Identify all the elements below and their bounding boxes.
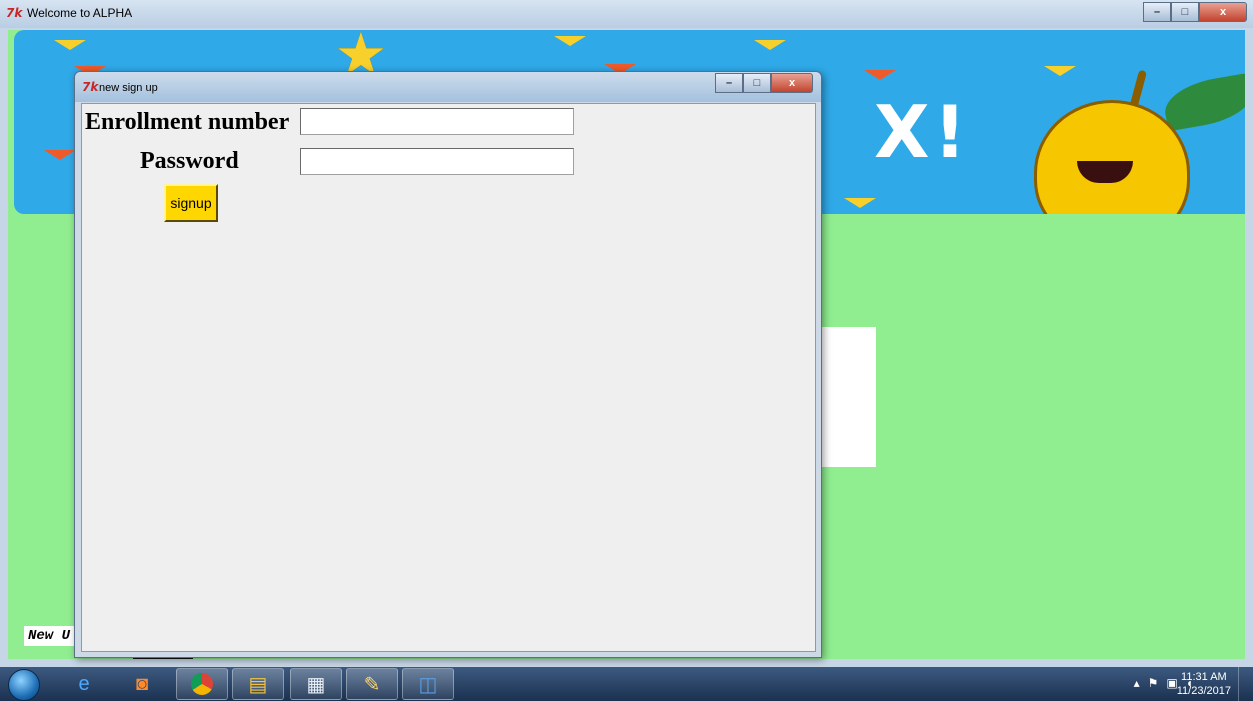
confetti-shape <box>844 198 876 208</box>
new-user-label[interactable]: New U <box>24 626 75 646</box>
confetti-shape <box>554 36 586 46</box>
media-player-icon[interactable]: ◙ <box>116 668 168 700</box>
main-window-title: Welcome to ALPHA <box>27 6 133 20</box>
confetti-shape <box>44 150 76 160</box>
banner-lettering: X! <box>874 90 971 174</box>
main-window-controls: – □ x <box>1143 2 1247 22</box>
tk-app-icon: 7k <box>82 80 99 94</box>
confetti-shape <box>54 40 86 50</box>
dialog-title: new sign up <box>99 82 158 94</box>
maximize-button[interactable]: □ <box>1171 2 1199 22</box>
taskbar-clock[interactable]: 11:31 AM 11/23/2017 <box>1177 670 1231 698</box>
internet-explorer-icon[interactable]: e <box>58 668 110 700</box>
clock-time: 11:31 AM <box>1181 671 1227 683</box>
file-explorer-icon[interactable]: ▤ <box>232 668 284 700</box>
enrollment-number-input[interactable] <box>300 108 574 135</box>
windows-start-button[interactable] <box>8 669 40 701</box>
confetti-shape <box>1044 66 1076 76</box>
photo-card <box>818 327 876 467</box>
dialog-client-area: Enrollment number Password signup <box>81 103 816 652</box>
close-button[interactable]: x <box>1199 2 1247 22</box>
show-hidden-icon[interactable]: ▴ <box>1134 676 1140 690</box>
apple-mouth <box>1077 161 1133 183</box>
dialog-window-controls: – □ x <box>715 73 813 93</box>
main-titlebar[interactable]: 7k Welcome to ALPHA – □ x <box>0 0 1253 28</box>
close-button[interactable]: x <box>771 73 813 93</box>
confetti-shape <box>754 40 786 50</box>
show-desktop-button[interactable] <box>1238 667 1253 701</box>
chrome-icon[interactable] <box>176 668 228 700</box>
chrome-logo <box>191 673 213 695</box>
action-center-flag-icon[interactable]: ⚑ <box>1148 676 1159 690</box>
minimize-button[interactable]: – <box>715 73 743 93</box>
enrollment-number-label: Enrollment number <box>85 109 290 135</box>
signup-button[interactable]: signup <box>164 184 218 222</box>
confetti-shape <box>864 70 896 80</box>
dialog-titlebar[interactable]: 7k new sign up – □ x <box>75 72 821 102</box>
signup-dialog: 7k new sign up – □ x Enrollment number P… <box>74 71 822 658</box>
minimize-button[interactable]: – <box>1143 2 1171 22</box>
maximize-button[interactable]: □ <box>743 73 771 93</box>
tk-app-icon: 7k <box>6 6 23 20</box>
taskbar: e ◙ ▤ ▦ ✎ ◫ ▴ ⚑ ▣ ◖ 11:31 AM 11/23/2017 <box>0 667 1253 701</box>
password-label: Password <box>140 148 239 174</box>
paint-icon[interactable]: ✎ <box>346 668 398 700</box>
notepad-files-icon[interactable]: ▦ <box>290 668 342 700</box>
python-idle-icon[interactable]: ◫ <box>402 668 454 700</box>
clock-date: 11/23/2017 <box>1176 685 1231 697</box>
apple-leaf <box>1160 72 1245 132</box>
password-input[interactable] <box>300 148 574 175</box>
